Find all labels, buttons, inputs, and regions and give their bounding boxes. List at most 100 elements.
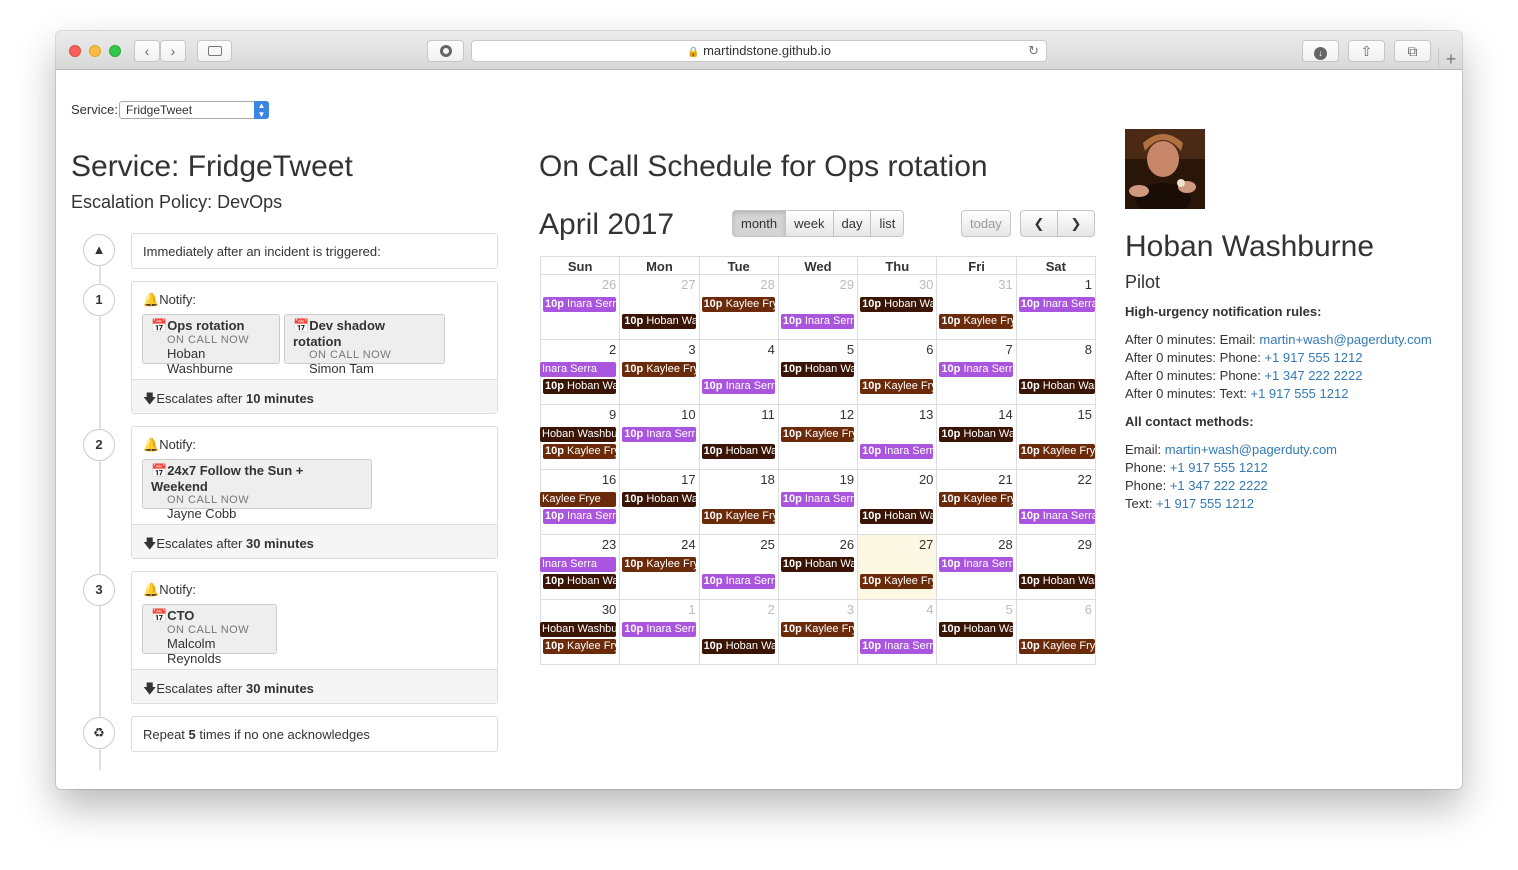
calendar-event[interactable]: 10p Kaylee Frye [1018,639,1095,654]
day-number: 21 [998,472,1013,487]
view-day-button[interactable]: day [832,210,872,237]
tabs-button[interactable]: ⧉ [1394,40,1431,62]
calendar-day-cell[interactable]: 25 [698,534,779,600]
calendar-event[interactable]: 10p Kaylee Frye [622,557,696,572]
calendar-event[interactable]: Inara Serra [540,362,617,377]
calendar-event[interactable]: 10p Kaylee Frye [860,379,934,394]
new-tab-button[interactable]: + [1438,48,1462,70]
calendar-event[interactable]: 10p Kaylee Frye [860,574,934,589]
calendar-event[interactable]: 10p Hoban Washburne [860,509,934,524]
rule-contact-link[interactable]: +1 917 555 1212 [1264,350,1362,365]
calendar-event[interactable]: Hoban Washburne [540,427,617,442]
calendar-event[interactable]: 10p Inara Serra [543,509,617,524]
service-select[interactable]: FridgeTweet ▲ ▼ [119,101,269,119]
calendar-event[interactable]: 10p Kaylee Frye [780,427,855,442]
contact-link[interactable]: +1 917 555 1212 [1156,496,1254,511]
downloads-button[interactable]: ↓ [1302,40,1339,62]
calendar-event[interactable]: Kaylee Frye [540,492,617,507]
calendar-day-cell[interactable]: 29 [777,274,859,340]
calendar-event[interactable]: 10p Kaylee Frye [1018,444,1095,459]
calendar-event[interactable]: 10p Hoban Washburne [543,379,617,394]
calendar-day-cell[interactable]: 11 [698,404,779,470]
calendar-event[interactable]: 10p Inara Serra [860,639,934,654]
calendar-event[interactable]: 10p Hoban Washburne [939,427,1013,442]
calendar-event[interactable]: 10p Inara Serra [1018,509,1095,524]
escalation-target[interactable]: 📅24x7 Follow the Sun + Weekend ON CALL N… [142,459,372,521]
calendar-event[interactable]: 10p Kaylee Frye [780,622,855,637]
calendar-event[interactable]: 10p Hoban Washburne [1018,379,1095,394]
calendar-event[interactable]: Inara Serra [540,557,617,572]
calendar-event[interactable]: 10p Inara Serra [939,362,1013,377]
calendar-event[interactable]: 10p Inara Serra [1018,297,1095,312]
calendar-day-cell[interactable]: 27 [619,274,700,340]
contact-link[interactable]: +1 347 222 2222 [1170,478,1268,493]
calendar-event[interactable]: 10p Kaylee Frye [701,509,775,524]
calendar-day-cell[interactable]: 27 [857,534,938,600]
contact-link[interactable]: +1 917 555 1212 [1170,460,1268,475]
view-week-button[interactable]: week [785,210,834,237]
contact-link[interactable]: martin+wash@pagerduty.com [1165,442,1337,457]
calendar-event[interactable]: 10p Inara Serra [701,379,775,394]
calendar-event[interactable]: 10p Hoban Washburne [701,639,775,654]
reader-button[interactable] [427,40,464,62]
minimize-window-button[interactable] [89,45,101,57]
forward-button[interactable]: › [160,40,186,62]
zoom-window-button[interactable] [109,45,121,57]
reload-icon[interactable]: ↻ [1028,41,1039,61]
calendar-day-cell[interactable]: 18 [698,469,779,535]
calendar-day-cell[interactable]: 31 [936,274,1017,340]
calendar-event[interactable]: Hoban Washburne [540,622,617,637]
calendar-event[interactable]: 10p Inara Serra [780,492,855,507]
calendar-day-cell[interactable]: 13 [857,404,938,470]
calendar-day-cell[interactable]: 4 [698,339,779,405]
calendar-event[interactable]: 10p Hoban Washburne [622,314,696,329]
calendar-event[interactable]: 10p Inara Serra [701,574,775,589]
calendar-event[interactable]: 10p Hoban Washburne [780,557,855,572]
calendar-event[interactable]: 10p Hoban Washburne [543,574,617,589]
sidebar-button[interactable] [197,40,232,62]
calendar-day-cell[interactable]: 15 [1015,404,1096,470]
calendar-event[interactable]: 10p Hoban Washburne [1018,574,1095,589]
rule-contact-link[interactable]: martin+wash@pagerduty.com [1259,332,1431,347]
calendar-event[interactable]: 10p Kaylee Frye [939,314,1013,329]
calendar-event[interactable]: 10p Kaylee Frye [543,444,617,459]
calendar-event[interactable]: 10p Kaylee Frye [622,362,696,377]
back-button[interactable]: ‹ [134,40,160,62]
event-person: Inara Serra [884,640,934,652]
today-button[interactable]: today [961,210,1011,237]
close-window-button[interactable] [69,45,81,57]
rule-contact-link[interactable]: +1 917 555 1212 [1250,386,1348,401]
calendar-event[interactable]: 10p Hoban Washburne [939,622,1013,637]
rule-contact-link[interactable]: +1 347 222 2222 [1264,368,1362,383]
view-list-button[interactable]: list [870,210,905,237]
calendar-event[interactable]: 10p Inara Serra [543,297,617,312]
calendar-event[interactable]: 10p Kaylee Frye [939,492,1013,507]
calendar-day-cell[interactable]: 29 [1015,534,1096,600]
calendar-event[interactable]: 10p Kaylee Frye [543,639,617,654]
calendar-event[interactable]: 10p Hoban Washburne [622,492,696,507]
calendar-event[interactable]: 10p Hoban Washburne [860,297,934,312]
escalation-target[interactable]: 📅CTO ON CALL NOW Malcolm Reynolds [142,604,277,666]
next-month-button[interactable]: ❯ [1057,210,1095,237]
calendar-event[interactable]: 10p Hoban Washburne [780,362,855,377]
calendar-event[interactable]: 10p Inara Serra [622,427,696,442]
escalation-target[interactable]: 📅Dev shadow rotation ON CALL NOW Simon T… [284,314,445,376]
calendar-event[interactable]: 10p Inara Serra [860,444,934,459]
calendar-day-cell[interactable]: 6 [857,339,938,405]
calendar-event[interactable]: 10p Inara Serra [780,314,855,329]
address-bar[interactable]: 🔒 martindstone.github.io ↻ [471,40,1047,62]
calendar-day-cell[interactable]: 6 [1015,599,1096,665]
calendar-day-cell[interactable]: 20 [857,469,938,535]
calendar-event[interactable]: 10p Hoban Washburne [701,444,775,459]
prev-month-button[interactable]: ❮ [1020,210,1058,237]
calendar-day-cell[interactable]: 4 [857,599,938,665]
calendar-day-cell[interactable]: 2 [698,599,779,665]
calendar-event[interactable]: 10p Inara Serra [939,557,1013,572]
calendar-day-cell[interactable]: 22 [1015,469,1096,535]
escalation-target[interactable]: 📅Ops rotation ON CALL NOW Hoban Washburn… [142,314,280,376]
calendar-day-cell[interactable]: 8 [1015,339,1096,405]
calendar-event[interactable]: 10p Inara Serra [622,622,696,637]
view-month-button[interactable]: month [732,210,787,237]
calendar-event[interactable]: 10p Kaylee Frye [701,297,775,312]
share-button[interactable]: ⇧ [1348,40,1385,62]
